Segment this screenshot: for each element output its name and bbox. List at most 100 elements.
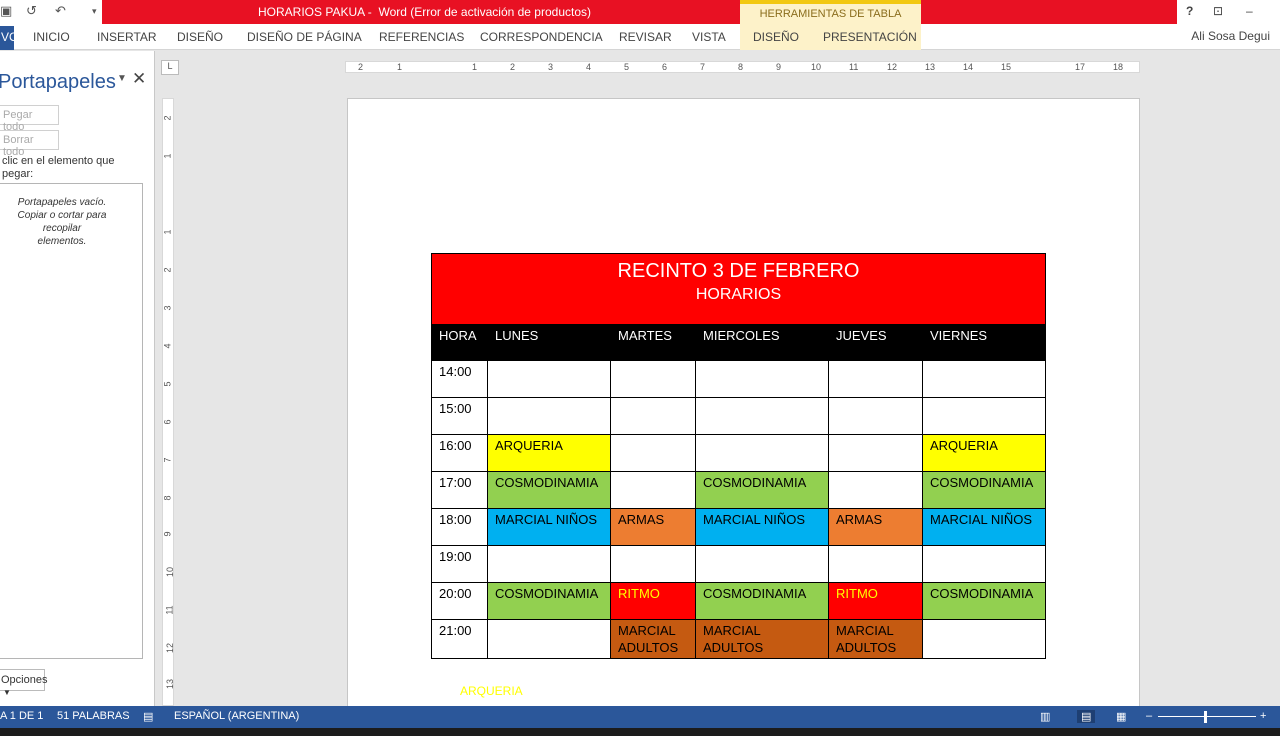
column-header[interactable]: VIERNES — [922, 324, 1046, 361]
schedule-cell[interactable]: ARMAS — [610, 508, 696, 546]
schedule-cell[interactable] — [922, 360, 1046, 398]
print-layout-icon[interactable]: ▤ — [1077, 710, 1096, 723]
schedule-cell[interactable] — [610, 434, 696, 472]
minimize-button[interactable]: – — [1246, 4, 1253, 18]
help-button[interactable]: ? — [1186, 4, 1193, 18]
schedule-cell[interactable] — [487, 397, 611, 435]
web-layout-icon[interactable]: ▦ — [1116, 710, 1126, 723]
schedule-cell[interactable]: COSMODINAMIA — [922, 471, 1046, 509]
column-header[interactable]: MARTES — [610, 324, 696, 361]
hour-cell[interactable]: 17:00 — [431, 471, 488, 509]
schedule-cell[interactable] — [828, 397, 923, 435]
schedule-cell[interactable] — [695, 360, 829, 398]
schedule-cell[interactable]: MARCIAL ADULTOS — [828, 619, 923, 659]
hour-cell[interactable]: 19:00 — [431, 545, 488, 583]
title-bar: ▣ ↺ ↶ ▾ HORARIOS PAKUA - Word (Error de … — [0, 0, 1280, 26]
options-button[interactable]: Opciones ▼ — [0, 669, 47, 697]
word-count[interactable]: 51 PALABRAS — [57, 710, 130, 722]
schedule-cell[interactable] — [695, 397, 829, 435]
schedule-cell[interactable] — [828, 434, 923, 472]
tab-revisar[interactable]: REVISAR — [619, 30, 672, 44]
hour-cell[interactable]: 20:00 — [431, 582, 488, 620]
column-header[interactable]: JUEVES — [828, 324, 923, 361]
schedule-cell[interactable] — [695, 545, 829, 583]
tab-presentacion[interactable]: PRESENTACIÓN — [810, 26, 921, 50]
zoom-slider-track[interactable] — [1158, 716, 1256, 717]
schedule-cell[interactable]: MARCIAL NIÑOS — [487, 508, 611, 546]
schedule-cell[interactable]: RITMO — [828, 582, 923, 620]
schedule-cell[interactable] — [487, 360, 611, 398]
tab-diseno-de-pagina[interactable]: DISEÑO DE PÁGINA — [247, 30, 362, 44]
pane-options-icon[interactable]: ▼ — [117, 73, 127, 84]
repeat-icon[interactable]: ↺ — [26, 3, 37, 19]
schedule-cell[interactable] — [610, 545, 696, 583]
ribbon-display-options-icon[interactable]: ⊡ — [1213, 4, 1223, 18]
schedule-cell[interactable]: COSMODINAMIA — [695, 471, 829, 509]
tab-diseno[interactable]: DISEÑO — [177, 30, 223, 44]
schedule-cell[interactable] — [922, 397, 1046, 435]
tab-correspondencia[interactable]: CORRESPONDENCIA — [480, 30, 603, 44]
zoom-slider-thumb[interactable] — [1204, 711, 1207, 723]
tab-file[interactable]: VO — [0, 26, 14, 50]
tab-insertar[interactable]: INSERTAR — [97, 30, 157, 44]
schedule-cell[interactable] — [828, 471, 923, 509]
vertical-ruler[interactable]: 2 1 1 2 3 4 5 6 7 8 9 10 11 12 13 — [162, 98, 175, 706]
schedule-cell[interactable]: COSMODINAMIA — [922, 582, 1046, 620]
tab-referencias[interactable]: REFERENCIAS — [379, 30, 464, 44]
schedule-cell[interactable]: MARCIAL ADULTOS — [695, 619, 829, 659]
save-icon[interactable]: ▣ — [0, 3, 12, 19]
tab-inicio[interactable]: INICIO — [33, 30, 70, 44]
hour-cell[interactable]: 18:00 — [431, 508, 488, 546]
column-header[interactable]: HORA — [431, 324, 488, 361]
clear-all-button[interactable]: Borrar todo — [0, 130, 59, 158]
schedule-cell[interactable] — [610, 360, 696, 398]
column-header[interactable]: LUNES — [487, 324, 611, 361]
schedule-cell[interactable]: COSMODINAMIA — [487, 582, 611, 620]
hour-cell[interactable]: 21:00 — [431, 619, 488, 659]
table-row: 21:00 MARCIAL ADULTOS MARCIAL ADULTOS MARCI… — [431, 619, 1046, 659]
horizontal-ruler[interactable]: L 2 1 1 2 3 4 5 6 7 8 9 10 11 12 13 14 1… — [161, 60, 1140, 75]
schedule-cell[interactable]: RITMO — [610, 582, 696, 620]
schedule-cell[interactable] — [922, 619, 1046, 659]
schedule-cell[interactable]: MARCIAL ADULTOS — [610, 619, 696, 659]
stray-text[interactable]: ARQUERIA — [460, 684, 523, 698]
column-header[interactable]: MIERCOLES — [695, 324, 829, 361]
schedule-cell[interactable]: COSMODINAMIA — [487, 471, 611, 509]
schedule-cell[interactable]: ARMAS — [828, 508, 923, 546]
schedule-cell[interactable]: COSMODINAMIA — [695, 582, 829, 620]
user-name[interactable]: Ali Sosa Degui — [1191, 29, 1270, 43]
tab-vista[interactable]: VISTA — [692, 30, 726, 44]
proofing-icon[interactable]: ▤ — [143, 710, 153, 723]
schedule-cell[interactable] — [922, 545, 1046, 583]
close-icon[interactable]: ✕ — [132, 69, 146, 89]
tab-table-diseno[interactable]: DISEÑO — [740, 26, 810, 50]
schedule-table[interactable]: RECINTO 3 DE FEBRERO HORARIOS HORA LUNES… — [431, 253, 1046, 659]
hour-cell[interactable]: 15:00 — [431, 397, 488, 435]
ruler-number: 3 — [162, 305, 173, 311]
schedule-cell[interactable]: MARCIAL NIÑOS — [922, 508, 1046, 546]
clipboard-items-list[interactable]: Portapapeles vacío. Copiar o cortar para… — [0, 183, 143, 659]
paste-all-button[interactable]: Pegar todo — [0, 105, 59, 133]
page-indicator[interactable]: A 1 DE 1 — [0, 710, 43, 722]
schedule-cell[interactable] — [487, 545, 611, 583]
schedule-cell[interactable]: ARQUERIA — [487, 434, 611, 472]
hour-cell[interactable]: 14:00 — [431, 360, 488, 398]
qat-customize-icon[interactable]: ▾ — [92, 6, 97, 17]
schedule-cell[interactable]: ARQUERIA — [922, 434, 1046, 472]
tab-selector[interactable]: L — [161, 60, 179, 75]
undo-icon[interactable]: ↶ — [55, 3, 66, 19]
language-indicator[interactable]: ESPAÑOL (ARGENTINA) — [174, 710, 299, 722]
read-mode-icon[interactable]: ▥ — [1040, 710, 1050, 723]
schedule-cell[interactable] — [487, 619, 611, 659]
schedule-cell[interactable] — [695, 434, 829, 472]
table-title-cell[interactable]: RECINTO 3 DE FEBRERO HORARIOS — [431, 253, 1046, 325]
schedule-cell[interactable] — [828, 360, 923, 398]
hour-cell[interactable]: 16:00 — [431, 434, 488, 472]
schedule-cell[interactable] — [610, 471, 696, 509]
zoom-out-button[interactable]: – — [1146, 710, 1152, 722]
schedule-cell[interactable] — [828, 545, 923, 583]
table-title-row: RECINTO 3 DE FEBRERO HORARIOS — [431, 253, 1046, 325]
zoom-in-button[interactable]: + — [1260, 710, 1266, 722]
schedule-cell[interactable]: MARCIAL NIÑOS — [695, 508, 829, 546]
schedule-cell[interactable] — [610, 397, 696, 435]
